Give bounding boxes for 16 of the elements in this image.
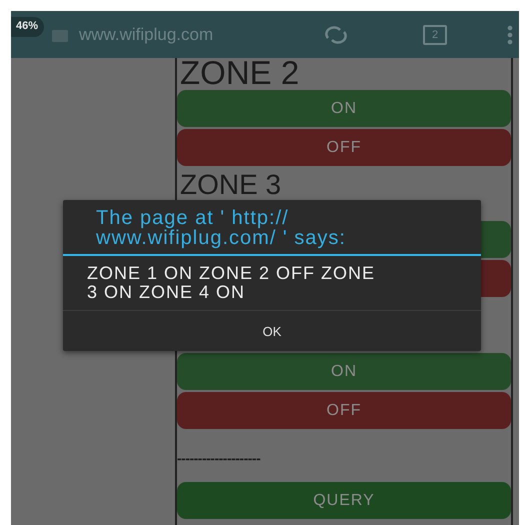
on-button[interactable]: ON (177, 90, 511, 127)
zone-heading: ZONE 2 (179, 58, 300, 88)
dashed-text: -------------------- (177, 450, 260, 466)
zone-heading: ZONE 3 (179, 171, 282, 199)
dialog-message: ZONE 1 ON ZONE 2 OFF ZONE 3 ON ZONE 4 ON (86, 262, 376, 304)
url-field[interactable]: www.wifiplug.com (79, 24, 324, 44)
off-button[interactable]: OFF (177, 129, 511, 166)
query-button[interactable]: QUERY (177, 482, 511, 519)
tab-count[interactable]: 2 (423, 24, 447, 44)
off-button[interactable]: OFF (177, 392, 511, 429)
menu-icon[interactable] (507, 24, 513, 44)
on-button[interactable]: ON (177, 353, 511, 390)
refresh-icon[interactable] (324, 26, 348, 44)
zoom-badge: 46% (11, 17, 44, 37)
ok-button[interactable]: OK (63, 310, 481, 351)
dialog-title: The page at ' http:// www.wifiplug.com/ ' says: (95, 206, 347, 251)
